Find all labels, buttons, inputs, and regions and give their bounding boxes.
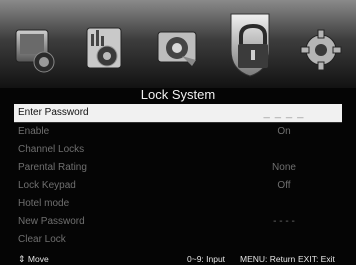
- menu-item-hotel-mode[interactable]: Hotel mode: [14, 195, 342, 213]
- help-exit-label: EXIT: Exit: [298, 254, 335, 264]
- menu-item-value: On: [277, 126, 291, 137]
- menu-item-label: Lock Keypad: [18, 180, 76, 191]
- password-entry-field[interactable]: _ _ _ _: [244, 104, 324, 122]
- menu-item-label: Enable: [18, 126, 50, 137]
- menu-item-label: Clear Lock: [18, 234, 66, 245]
- menu-item-label: Channel Locks: [18, 144, 85, 155]
- help-bar: ⇕ Move 0~9: Input MENU: Return EXIT: Exi…: [0, 253, 356, 265]
- channel-icon: [157, 31, 197, 66]
- menu-tab-bar: [0, 0, 356, 88]
- settings-icon: [300, 29, 342, 71]
- menu-item-channel-locks[interactable]: Channel Locks: [14, 141, 342, 159]
- menu-item-label: Hotel mode: [18, 198, 70, 209]
- menu-item-label: Parental Rating: [18, 162, 87, 173]
- page-title: Lock System: [140, 87, 216, 102]
- menu-item-clear-lock[interactable]: Clear Lock: [14, 231, 342, 249]
- settings-menu-tab[interactable]: [296, 20, 346, 76]
- menu-item-enable[interactable]: Enable On: [14, 123, 342, 141]
- lock-icon: [230, 13, 270, 77]
- menu-item-label: New Password: [18, 216, 85, 227]
- picture-menu-tab[interactable]: [10, 20, 60, 76]
- picture-icon: [15, 29, 55, 73]
- menu-item-value: Off: [277, 180, 291, 191]
- channel-menu-tab[interactable]: [152, 20, 202, 76]
- menu-item-value: None: [272, 162, 296, 173]
- menu-item-value: - - - -: [273, 216, 295, 227]
- menu-title-bar: Lock System: [0, 86, 356, 103]
- menu-item-lock-keypad[interactable]: Lock Keypad Off: [14, 177, 342, 195]
- menu-item-new-password[interactable]: New Password - - - -: [14, 213, 342, 231]
- menu-item-label: Enter Password: [18, 107, 89, 118]
- sound-icon: [86, 27, 122, 69]
- help-move: ⇕ Move: [18, 253, 49, 265]
- help-input-label: 0~9: Input: [187, 254, 226, 264]
- sound-menu-tab[interactable]: [79, 20, 129, 76]
- help-move-label: Move: [27, 254, 49, 264]
- tv-osd-screen: Lock System Enter Password _ _ _ _ Enabl…: [0, 0, 356, 265]
- lock-system-menu: Enter Password _ _ _ _ Enable On Channel…: [14, 104, 342, 249]
- menu-item-enter-password[interactable]: Enter Password _ _ _ _: [14, 104, 342, 122]
- help-return-label: MENU: Return: [240, 254, 296, 264]
- menu-item-parental-rating[interactable]: Parental Rating None: [14, 159, 342, 177]
- up-down-arrow-icon: ⇕: [18, 254, 26, 264]
- lock-menu-tab[interactable]: [221, 6, 279, 80]
